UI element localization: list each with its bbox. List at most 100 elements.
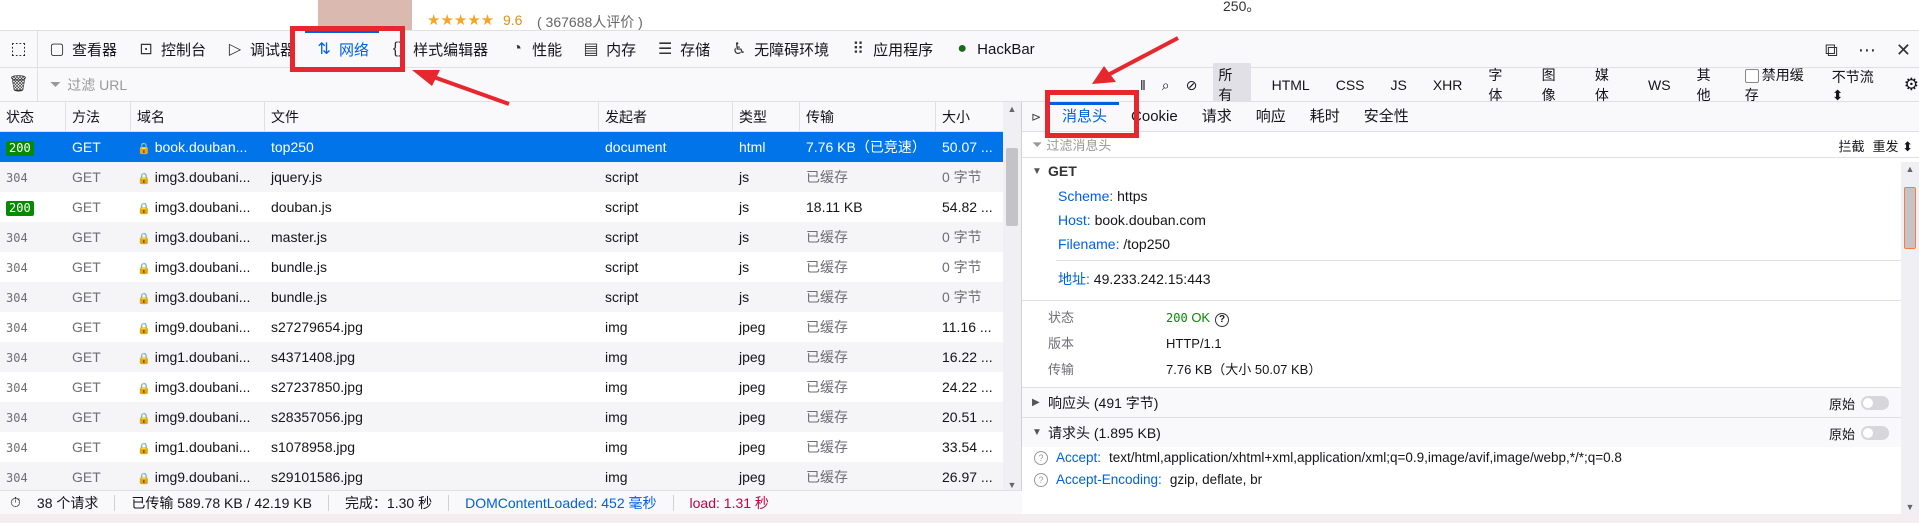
- column-header-method[interactable]: 方法: [66, 102, 131, 132]
- dock-side-icon[interactable]: ⧉: [1825, 40, 1838, 61]
- raw-toggle[interactable]: 原始: [1829, 418, 1889, 448]
- request-list-scrollbar[interactable]: ▲ ▼: [1003, 102, 1021, 492]
- search-icon[interactable]: ⌕: [1162, 77, 1170, 94]
- transferred-text: 已缓存: [806, 169, 848, 185]
- table-row[interactable]: 200 GET 🔒 book.douban... top250 document html 7…: [0, 132, 1021, 162]
- tab-inspector[interactable]: ▢ 查看器: [38, 30, 127, 68]
- table-row[interactable]: 304 GET 🔒 img9.doubani... s28357056.jpg img jp…: [0, 402, 1021, 432]
- block-button[interactable]: 拦截: [1838, 136, 1864, 155]
- help-icon[interactable]: ?: [1034, 473, 1048, 487]
- table-row[interactable]: 304 GET 🔒 img1.doubani... s4371408.jpg img jpe…: [0, 342, 1021, 372]
- filter-type-font[interactable]: 字体: [1483, 63, 1520, 107]
- scrollbar-thumb[interactable]: [1904, 187, 1916, 249]
- raw-switch[interactable]: [1861, 426, 1889, 440]
- filter-type-css[interactable]: CSS: [1331, 75, 1370, 95]
- tab-performance[interactable]: ◔ 性能: [498, 30, 572, 68]
- more-options-icon[interactable]: ⋯: [1858, 40, 1876, 61]
- cell-type: js: [733, 222, 800, 252]
- column-header-size[interactable]: 大小: [936, 102, 1000, 132]
- transferred-text: 已缓存: [806, 289, 848, 305]
- cell-status: 200: [0, 192, 66, 222]
- table-row[interactable]: 304 GET 🔒 img9.doubani... s27279654.jpg img jp…: [0, 312, 1021, 342]
- tab-hackbar[interactable]: ● HackBar: [943, 30, 1045, 68]
- tab-console[interactable]: ⊡ 控制台: [127, 30, 216, 68]
- close-icon[interactable]: ✕: [1896, 40, 1911, 61]
- get-section-header[interactable]: ▼ GET: [1032, 158, 1919, 184]
- gauge-icon: ◔: [512, 40, 522, 57]
- inspector-icon: ▢: [49, 41, 65, 58]
- filter-type-html[interactable]: HTML: [1267, 75, 1315, 95]
- help-icon[interactable]: ?: [1034, 451, 1048, 465]
- throttle-select[interactable]: 不节流 ⬍: [1832, 67, 1888, 104]
- request-headers-section[interactable]: ▼ 请求头 (1.895 KB) 原始: [1022, 417, 1919, 447]
- scroll-up-arrow-icon[interactable]: ▲: [1003, 104, 1021, 114]
- status-code-badge: 200: [6, 141, 34, 156]
- raw-switch[interactable]: [1861, 396, 1889, 410]
- tab-storage[interactable]: ☰ 存储: [646, 30, 720, 68]
- column-header-type[interactable]: 类型: [733, 102, 800, 132]
- initiator-text: img: [605, 439, 628, 455]
- table-row[interactable]: 200 GET 🔒 img3.doubani... douban.js script js 1…: [0, 192, 1021, 222]
- tab-accessibility[interactable]: ♿ 无障碍环境: [720, 30, 839, 68]
- cell-initiator: script: [599, 222, 733, 252]
- column-header-status[interactable]: 状态: [0, 102, 66, 132]
- response-headers-section[interactable]: ▶ 响应头 (491 字节) 原始: [1022, 387, 1919, 417]
- scroll-up-arrow-icon[interactable]: ▲: [1901, 164, 1919, 174]
- stopwatch-icon[interactable]: ⏱: [10, 494, 21, 511]
- resend-button[interactable]: 重发 ⬍: [1872, 136, 1913, 155]
- tab-response[interactable]: 响应: [1244, 102, 1298, 132]
- table-row[interactable]: 304 GET 🔒 img3.doubani... s27237850.jpg img jp…: [0, 372, 1021, 402]
- details-scrollbar[interactable]: ▲ ▼: [1901, 162, 1919, 514]
- settings-gear-icon[interactable]: ⚙: [1904, 75, 1919, 95]
- scroll-down-arrow-icon[interactable]: ▼: [1901, 502, 1919, 512]
- table-row[interactable]: 304 GET 🔒 img3.doubani... master.js script js 已…: [0, 222, 1021, 252]
- headers-filter-field[interactable]: ⏷ 过滤消息头 拦截 重发 ⬍: [1022, 132, 1919, 158]
- clear-trash-icon[interactable]: 🗑: [0, 67, 38, 102]
- request-header-row: ? Accept-Encoding: gzip, deflate, br: [1022, 469, 1919, 491]
- tab-memory[interactable]: ▤ 内存: [572, 30, 646, 68]
- size-text: 0 字节: [942, 169, 982, 185]
- table-row[interactable]: 304 GET 🔒 img1.doubani... s1078958.jpg img jpe…: [0, 432, 1021, 462]
- size-text: 11.16 ...: [942, 319, 992, 335]
- column-header-initiator[interactable]: 发起者: [599, 102, 733, 132]
- cell-method: GET: [66, 162, 131, 192]
- initiator-text: img: [605, 469, 628, 485]
- filter-type-media[interactable]: 媒体: [1590, 63, 1627, 107]
- column-header-transferred[interactable]: 传输: [800, 102, 936, 132]
- status-row: 状态 200 OK?: [1022, 305, 1919, 331]
- transfer-label: 传输: [1048, 362, 1075, 377]
- element-picker-icon[interactable]: ⬚: [0, 30, 38, 68]
- filter-type-other[interactable]: 其他: [1692, 63, 1729, 107]
- table-row[interactable]: 304 GET 🔒 img3.doubani... bundle.js script js 已…: [0, 252, 1021, 282]
- raw-toggle[interactable]: 原始: [1829, 388, 1889, 418]
- table-row[interactable]: 304 GET 🔒 img3.doubani... bundle.js script js 已…: [0, 282, 1021, 312]
- filter-type-xhr[interactable]: XHR: [1428, 75, 1468, 95]
- cell-domain: 🔒 img3.doubani...: [131, 252, 265, 282]
- block-icon[interactable]: ⊘: [1186, 77, 1198, 94]
- column-header-file[interactable]: 文件: [265, 102, 599, 132]
- initiator-text: script: [605, 229, 639, 245]
- transferred-text: 已缓存: [806, 259, 848, 275]
- filter-type-js[interactable]: JS: [1386, 75, 1412, 95]
- tab-security[interactable]: 安全性: [1352, 102, 1421, 132]
- table-row[interactable]: 304 GET 🔒 img3.doubani... jquery.js script js 已…: [0, 162, 1021, 192]
- disable-cache-checkbox[interactable]: [1744, 69, 1759, 84]
- column-header-domain[interactable]: 域名: [131, 102, 265, 132]
- filter-type-all[interactable]: 所有: [1213, 63, 1251, 107]
- help-icon[interactable]: ?: [1215, 313, 1230, 327]
- tab-request[interactable]: 请求: [1190, 102, 1244, 132]
- page-bottom-strip: [0, 514, 1919, 523]
- initiator-text: script: [605, 259, 639, 275]
- method-text: GET: [72, 199, 101, 215]
- tab-timings[interactable]: 耗时: [1298, 102, 1352, 132]
- scrollbar-thumb[interactable]: [1006, 148, 1018, 226]
- table-row[interactable]: 304 GET 🔒 img9.doubani... s29101586.jpg img jp…: [0, 462, 1021, 492]
- filter-type-image[interactable]: 图像: [1537, 63, 1574, 107]
- filter-type-ws[interactable]: WS: [1643, 75, 1676, 95]
- tab-application[interactable]: ⠿ 应用程序: [839, 30, 943, 68]
- cell-status: 304: [0, 372, 66, 402]
- pause-icon[interactable]: ‖: [1140, 77, 1146, 93]
- scroll-down-arrow-icon[interactable]: ▼: [1003, 480, 1021, 490]
- cell-initiator: script: [599, 252, 733, 282]
- disable-cache-toggle[interactable]: 禁用缓存: [1744, 65, 1816, 105]
